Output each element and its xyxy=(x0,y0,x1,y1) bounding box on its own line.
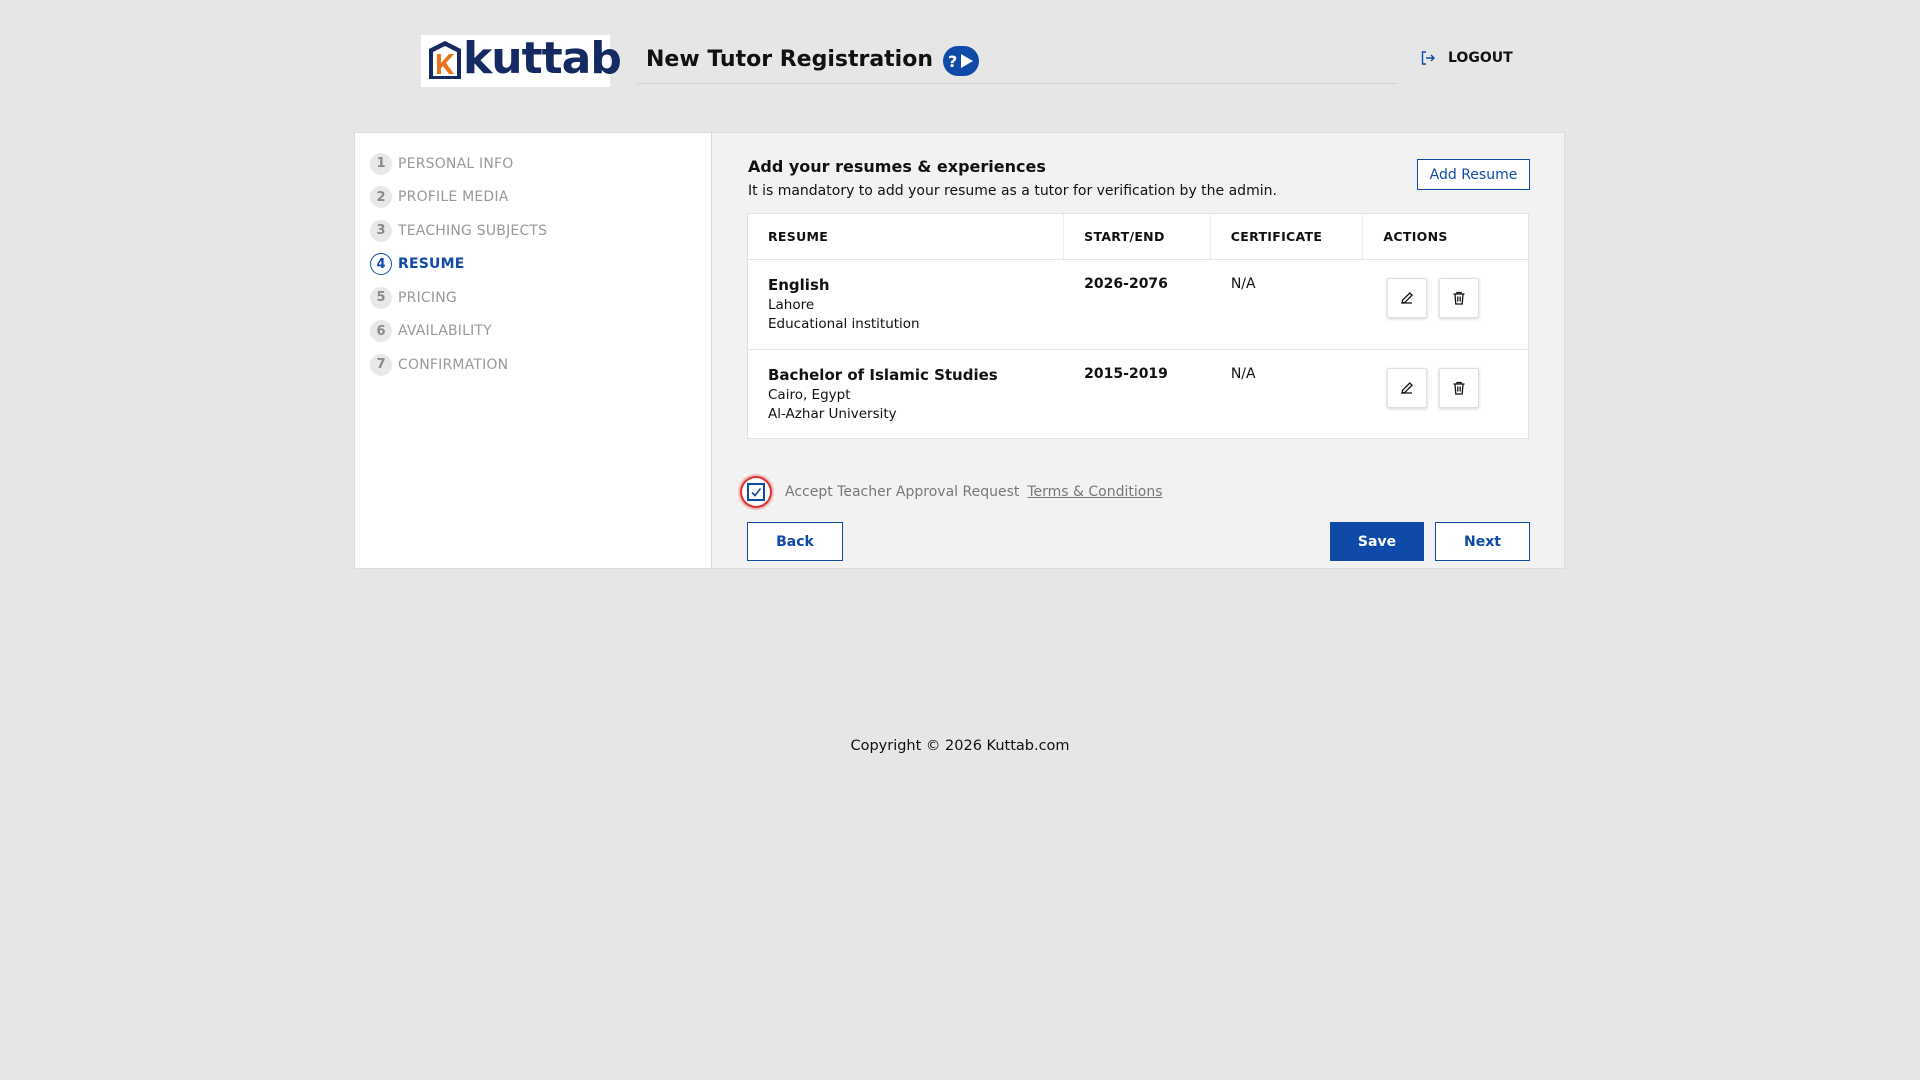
step-number: 3 xyxy=(370,219,392,242)
actions-cell xyxy=(1363,260,1528,349)
step-label: PERSONAL INFO xyxy=(398,155,514,172)
checkmark-icon xyxy=(751,488,762,497)
step-number: 7 xyxy=(370,353,392,376)
trash-icon xyxy=(1453,381,1465,395)
step-teaching-subjects[interactable]: 3 TEACHING SUBJECTS xyxy=(355,214,711,248)
delete-resume-button[interactable] xyxy=(1439,278,1480,318)
step-profile-media[interactable]: 2 PROFILE MEDIA xyxy=(355,181,711,215)
add-resume-button[interactable]: Add Resume xyxy=(1417,159,1530,190)
section-subtitle: It is mandatory to add your resume as a … xyxy=(748,183,1277,199)
step-resume[interactable]: 4 RESUME xyxy=(355,248,711,282)
resume-institution: Educational institution xyxy=(768,316,920,332)
next-button[interactable]: Next xyxy=(1435,522,1530,561)
resume-cell: English Lahore Educational institution xyxy=(748,260,1064,349)
step-label: TEACHING SUBJECTS xyxy=(398,222,548,239)
resume-location: Cairo, Egypt xyxy=(768,387,851,403)
delete-resume-button[interactable] xyxy=(1439,368,1480,408)
resume-period: 2026-2076 xyxy=(1084,276,1168,292)
resume-title: English xyxy=(768,276,830,294)
save-button[interactable]: Save xyxy=(1330,522,1424,561)
step-pricing[interactable]: 5 PRICING xyxy=(355,281,711,315)
page-title: New Tutor Registration xyxy=(646,47,933,72)
pencil-icon xyxy=(1401,292,1414,304)
accept-label: Accept Teacher Approval Request xyxy=(785,484,1020,500)
column-header-certificate: CERTIFICATE xyxy=(1211,214,1364,259)
logo-text: kuttab xyxy=(463,33,622,84)
step-personal-info[interactable]: 1 PERSONAL INFO xyxy=(355,147,711,181)
svg-text:?: ? xyxy=(948,52,957,71)
resume-title: Bachelor of Islamic Studies xyxy=(768,366,998,384)
step-label: PRICING xyxy=(398,289,457,306)
step-number: 2 xyxy=(370,186,392,209)
checkbox-box xyxy=(747,483,765,501)
step-number: 1 xyxy=(370,152,392,175)
help-video-button[interactable]: ? xyxy=(943,46,979,76)
accept-approval-row: Accept Teacher Approval Request Terms & … xyxy=(738,474,1163,510)
help-play-icon: ? xyxy=(948,52,973,71)
resume-cell: Bachelor of Islamic Studies Cairo, Egypt… xyxy=(748,350,1064,438)
page-title-bar: New Tutor Registration ? xyxy=(637,42,1397,84)
resume-certificate: N/A xyxy=(1230,366,1256,382)
edit-resume-button[interactable] xyxy=(1387,368,1428,408)
column-header-start-end: START/END xyxy=(1064,214,1211,259)
accept-checkbox[interactable] xyxy=(738,474,774,510)
step-label: PROFILE MEDIA xyxy=(398,189,509,206)
step-label: AVAILABILITY xyxy=(398,323,492,340)
period-cell: 2015-2019 xyxy=(1064,350,1211,438)
table-row: Bachelor of Islamic Studies Cairo, Egypt… xyxy=(748,350,1528,438)
certificate-cell: N/A xyxy=(1211,350,1364,438)
resume-section: Add your resumes & experiences It is man… xyxy=(748,157,1530,199)
pencil-icon xyxy=(1401,382,1414,394)
table-header: RESUME START/END CERTIFICATE ACTIONS xyxy=(748,214,1528,260)
steps-sidebar: 1 PERSONAL INFO 2 PROFILE MEDIA 3 TEACHI… xyxy=(355,133,712,568)
terms-conditions-link[interactable]: Terms & Conditions xyxy=(1027,484,1162,500)
actions-cell xyxy=(1363,350,1528,438)
step-number: 6 xyxy=(370,320,392,343)
kuttab-logo[interactable]: kuttab xyxy=(421,35,622,87)
period-cell: 2026-2076 xyxy=(1064,260,1211,349)
resume-institution: Al-Azhar University xyxy=(768,406,897,422)
logout-icon xyxy=(1421,51,1435,65)
column-header-resume: RESUME xyxy=(748,214,1065,259)
step-label: RESUME xyxy=(398,256,465,273)
edit-resume-button[interactable] xyxy=(1387,278,1428,318)
logout-button[interactable]: LOGOUT xyxy=(1420,50,1513,66)
step-availability[interactable]: 6 AVAILABILITY xyxy=(355,315,711,349)
column-header-actions: ACTIONS xyxy=(1383,229,1448,244)
step-number: 5 xyxy=(370,286,392,309)
resume-location: Lahore xyxy=(768,297,815,313)
resume-certificate: N/A xyxy=(1230,276,1256,292)
step-label: CONFIRMATION xyxy=(398,356,509,373)
step-number: 4 xyxy=(370,253,392,276)
kuttab-logo-mark-icon xyxy=(425,39,465,83)
resume-period: 2015-2019 xyxy=(1084,366,1168,382)
certificate-cell: N/A xyxy=(1211,260,1364,349)
trash-icon xyxy=(1453,291,1465,305)
section-title: Add your resumes & experiences xyxy=(748,157,1046,176)
logout-label: LOGOUT xyxy=(1448,50,1513,66)
table-row: English Lahore Educational institution 2… xyxy=(748,260,1528,350)
step-confirmation[interactable]: 7 CONFIRMATION xyxy=(355,348,711,382)
resume-table: RESUME START/END CERTIFICATE ACTIONS Eng… xyxy=(747,213,1529,439)
back-button[interactable]: Back xyxy=(747,522,843,561)
footer-copyright: Copyright © 2026 Kuttab.com xyxy=(850,738,1070,754)
